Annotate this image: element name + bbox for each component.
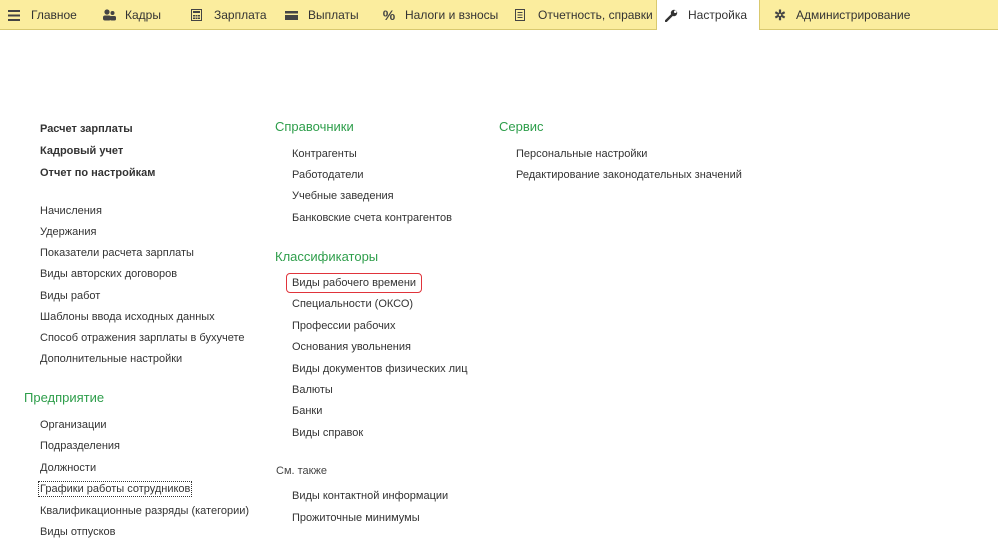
link-work-schedules[interactable]: Графики работы сотрудников (38, 481, 193, 497)
section-title-service: Сервис (499, 119, 544, 134)
link-edit-legislative-values[interactable]: Редактирование законодательных значений (516, 168, 742, 182)
link-additional-settings[interactable]: Дополнительные настройки (40, 352, 182, 366)
link-currencies[interactable]: Валюты (292, 383, 333, 397)
section-title-enterprise: Предприятие (24, 390, 105, 405)
link-identity-document-types[interactable]: Виды документов физических лиц (292, 362, 468, 376)
link-salary-indicators[interactable]: Показатели расчета зарплаты (40, 246, 194, 260)
tab-label: Настройка (688, 8, 748, 22)
link-qualification-grades[interactable]: Квалификационные разряды (категории) (40, 504, 249, 518)
tab-label: Зарплата (214, 8, 267, 22)
hamburger-icon (8, 9, 22, 21)
tab-label: Кадры (125, 8, 161, 22)
wrench-icon (665, 9, 679, 22)
tab-label: Налоги и взносы (405, 8, 499, 22)
link-input-templates[interactable]: Шаблоны ввода исходных данных (40, 310, 215, 324)
tab-salary[interactable]: Зарплата (191, 0, 267, 30)
tab-reports[interactable]: Отчетность, справки (515, 0, 653, 30)
section-title-classifiers: Классификаторы (275, 249, 379, 264)
calculator-icon (191, 9, 205, 21)
tab-payments[interactable]: Выплаты (285, 0, 359, 30)
link-author-contracts[interactable]: Виды авторских договоров (40, 267, 177, 281)
link-salary-calculation[interactable]: Расчет зарплаты (40, 122, 133, 136)
link-contact-info-types[interactable]: Виды контактной информации (292, 489, 448, 503)
tab-personnel[interactable]: Кадры (102, 0, 161, 30)
link-hr-accounting[interactable]: Кадровый учет (40, 144, 123, 158)
link-accruals[interactable]: Начисления (40, 204, 102, 218)
tab-main[interactable]: Главное (8, 0, 77, 30)
link-settings-report[interactable]: Отчет по настройкам (40, 166, 155, 180)
tab-label: Выплаты (308, 8, 359, 22)
link-organizations[interactable]: Организации (40, 418, 107, 432)
tab-settings[interactable]: Настройка (656, 0, 760, 30)
gear-icon: ✲ (774, 6, 786, 23)
main-menu-bar: Главное Кадры Зарплата Выплаты % Налоги … (0, 0, 998, 30)
link-certificate-types[interactable]: Виды справок (292, 426, 363, 440)
users-icon (102, 9, 116, 21)
link-employers[interactable]: Работодатели (292, 168, 364, 182)
link-departments[interactable]: Подразделения (40, 439, 120, 453)
link-vacation-types[interactable]: Виды отпусков (40, 525, 116, 539)
link-banks[interactable]: Банки (292, 404, 322, 418)
link-personal-settings[interactable]: Персональные настройки (516, 147, 647, 161)
tab-taxes[interactable]: % Налоги и взносы (382, 0, 499, 30)
tab-administration[interactable]: ✲ Администрирование (773, 0, 910, 30)
tab-label: Главное (31, 8, 77, 22)
percent-icon: % (382, 7, 396, 23)
report-icon (515, 9, 529, 21)
tab-label: Администрирование (796, 8, 911, 22)
link-work-time-types[interactable]: Виды рабочего времени (286, 273, 423, 293)
link-counterparties[interactable]: Контрагенты (292, 147, 357, 161)
link-subsistence-minimums[interactable]: Прожиточные минимумы (292, 511, 420, 525)
link-specialties-okso[interactable]: Специальности (ОКСО) (292, 297, 413, 311)
link-salary-reflection[interactable]: Способ отражения зарплаты в бухучете (40, 331, 244, 345)
section-title-directories: Справочники (275, 119, 354, 134)
see-also-title: См. также (276, 465, 327, 477)
link-educational-institutions[interactable]: Учебные заведения (292, 189, 394, 203)
link-counterparty-bank-accounts[interactable]: Банковские счета контрагентов (292, 211, 452, 225)
wallet-icon (285, 10, 299, 20)
link-deductions[interactable]: Удержания (40, 225, 96, 239)
link-work-types[interactable]: Виды работ (40, 289, 100, 303)
link-dismissal-grounds[interactable]: Основания увольнения (292, 340, 411, 354)
link-worker-professions[interactable]: Профессии рабочих (292, 319, 395, 333)
link-positions[interactable]: Должности (40, 461, 96, 475)
tab-label: Отчетность, справки (538, 8, 653, 22)
